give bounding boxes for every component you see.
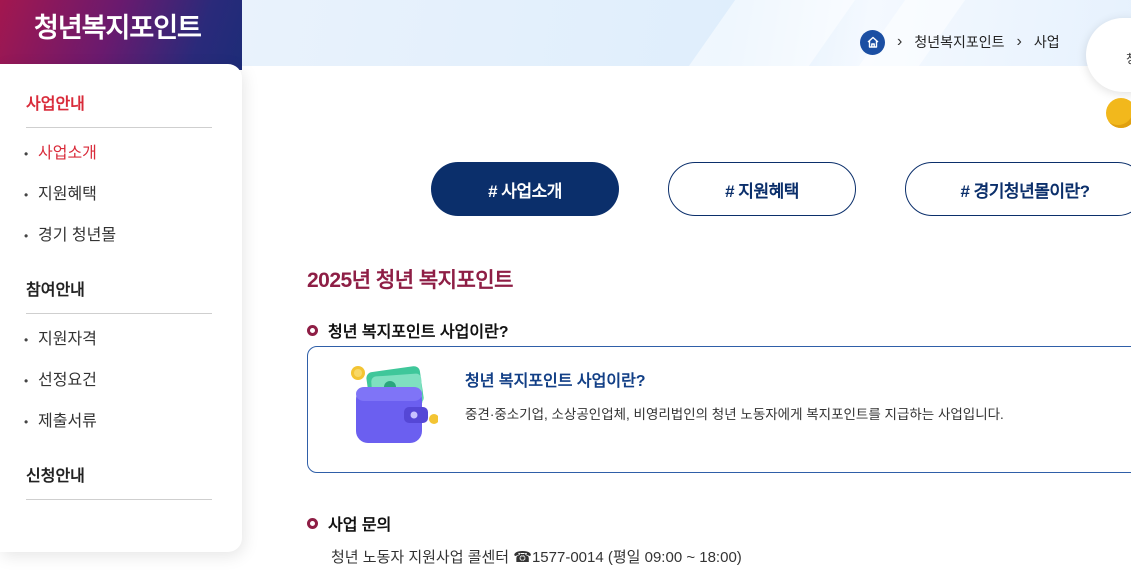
sidebar-heading-participation[interactable]: 참여안내: [26, 276, 212, 314]
sidebar-heading-application[interactable]: 신청안내: [26, 462, 212, 500]
sidebar-item-label: 지원자격: [38, 331, 97, 348]
bullet-icon: •: [24, 333, 29, 347]
coin-icon[interactable]: [1106, 98, 1131, 128]
bullet-icon: •: [24, 374, 29, 388]
floating-menu-label: 청: [1126, 50, 1131, 67]
sidebar-item-selection[interactable]: • 선정요건: [24, 369, 212, 410]
sidebar: 사업안내 • 사업소개 • 지원혜택 • 경기 청년몰 참여안내 • 지원자격 …: [0, 64, 242, 552]
sidebar-item-documents[interactable]: • 제출서류: [24, 410, 212, 451]
info-box-title: 청년 복지포인트 사업이란?: [465, 373, 646, 390]
sidebar-item-label: 제출서류: [38, 413, 97, 430]
sidebar-group-business: 사업안내 • 사업소개 • 지원혜택 • 경기 청년몰: [24, 90, 212, 265]
bullet-icon: •: [24, 147, 29, 161]
section-heading-text: 청년 복지포인트 사업이란?: [328, 324, 509, 341]
section-heading-text: 사업 문의: [328, 517, 392, 534]
chevron-right-icon: ›: [1016, 33, 1022, 50]
tab-business-intro[interactable]: # 사업소개: [431, 162, 619, 216]
contact-info: 청년 노동자 지원사업 콜센터 ☎1577-0014 (평일 09:00 ~ 1…: [331, 549, 742, 566]
sidebar-list-business: • 사업소개 • 지원혜택 • 경기 청년몰: [24, 142, 212, 265]
breadcrumb-item-current[interactable]: 사업: [1034, 32, 1060, 52]
sidebar-item-label: 지원혜택: [38, 186, 97, 203]
ring-bullet-icon: [307, 324, 318, 336]
brand-header: 청년복지포인트: [0, 0, 242, 70]
ring-bullet-icon: [307, 517, 318, 529]
sidebar-item-label: 선정요건: [38, 372, 97, 389]
bullet-icon: •: [24, 415, 29, 429]
tab-youth-mall[interactable]: # 경기청년몰이란?: [905, 162, 1131, 216]
wallet-icon: [351, 366, 438, 443]
sidebar-item-intro[interactable]: • 사업소개: [24, 142, 212, 183]
chevron-right-icon: ›: [897, 33, 903, 50]
sidebar-group-participation: 참여안내 • 지원자격 • 선정요건 • 제출서류: [24, 276, 212, 451]
bullet-icon: •: [24, 229, 29, 243]
section-heading-about: 청년 복지포인트 사업이란?: [307, 318, 509, 342]
info-box-description: 중견·중소기업, 소상공인업체, 비영리법인의 청년 노동자에게 복지포인트를 …: [465, 407, 1004, 422]
page: 청년복지포인트 사업안내 • 사업소개 • 지원혜택 • 경기 청년몰 참여안내…: [0, 0, 1131, 579]
sidebar-item-eligibility[interactable]: • 지원자격: [24, 328, 212, 369]
sidebar-item-benefits[interactable]: • 지원혜택: [24, 183, 212, 224]
page-title: 2025년 청년 복지포인트: [307, 269, 513, 292]
section-heading-inquiry: 사업 문의: [307, 511, 391, 535]
sidebar-list-participation: • 지원자격 • 선정요건 • 제출서류: [24, 328, 212, 451]
sidebar-group-application: 신청안내: [26, 462, 212, 500]
banner-stripe: [688, 0, 856, 66]
sidebar-item-label: 사업소개: [38, 145, 97, 162]
brand-title[interactable]: 청년복지포인트: [34, 6, 202, 45]
breadcrumb: › 청년복지포인트 › 사업: [860, 29, 1060, 55]
sidebar-item-youth-mall[interactable]: • 경기 청년몰: [24, 224, 212, 265]
sidebar-item-label: 경기 청년몰: [38, 227, 117, 244]
info-box: 청년 복지포인트 사업이란? 중견·중소기업, 소상공인업체, 비영리법인의 청…: [307, 346, 1131, 473]
home-icon[interactable]: [860, 29, 885, 55]
sidebar-heading-business[interactable]: 사업안내: [26, 90, 212, 128]
tab-benefits[interactable]: # 지원혜택: [668, 162, 856, 216]
breadcrumb-item[interactable]: 청년복지포인트: [914, 32, 1004, 52]
bullet-icon: •: [24, 188, 29, 202]
